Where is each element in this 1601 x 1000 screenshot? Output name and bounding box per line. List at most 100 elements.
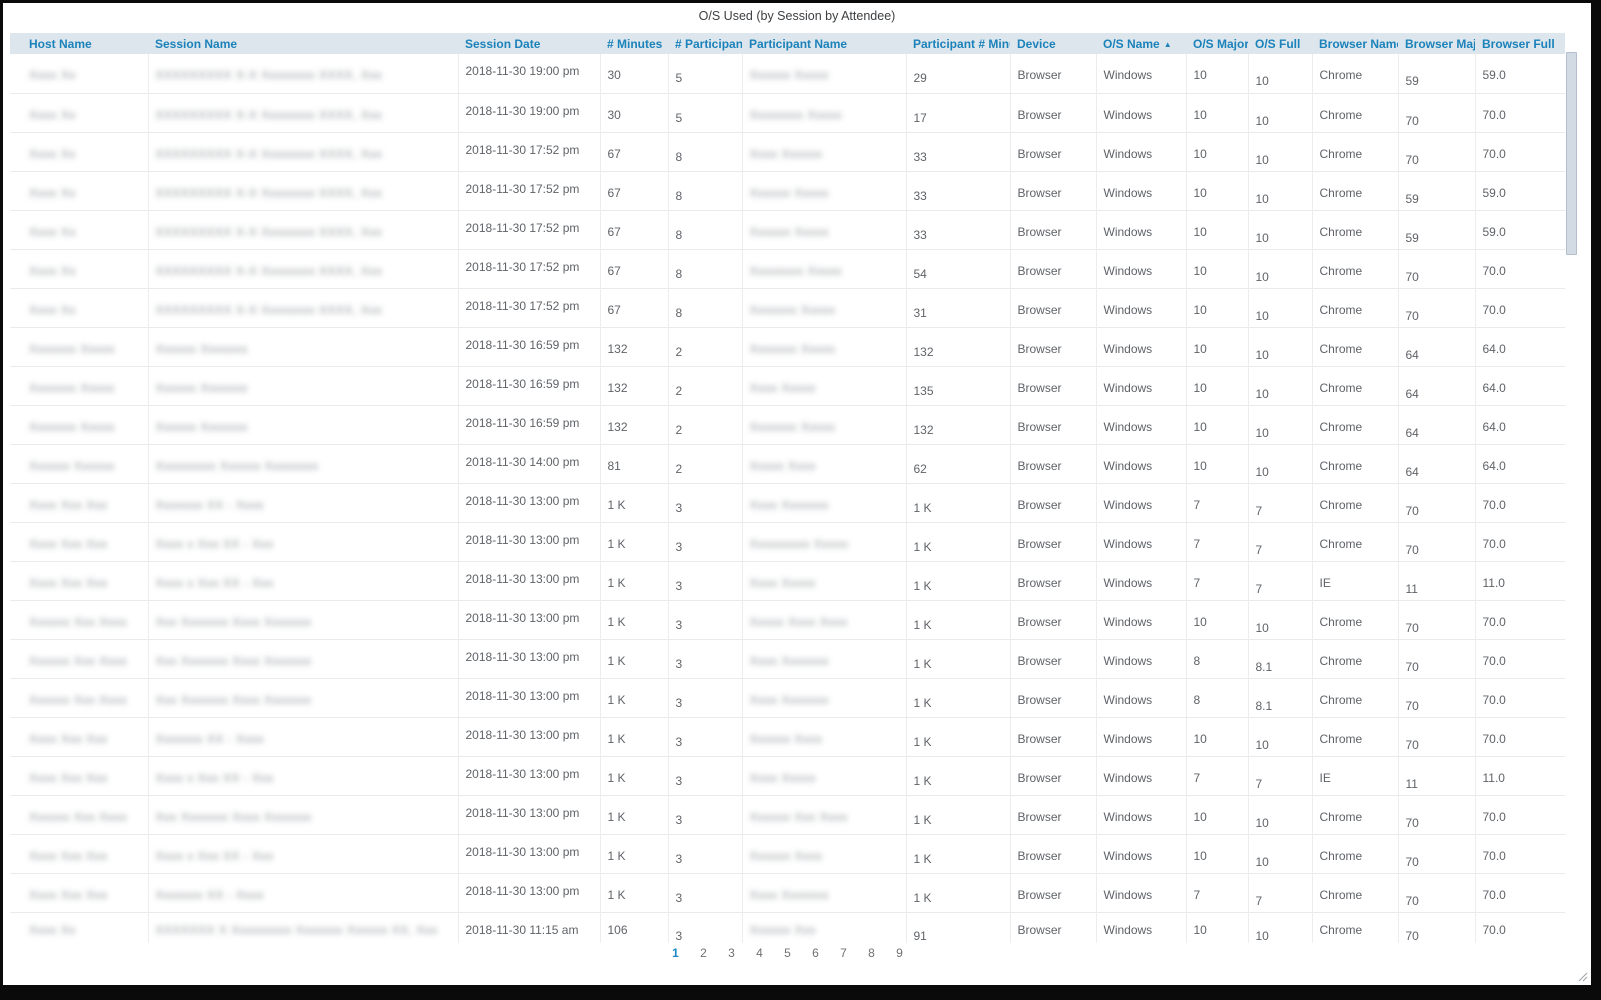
cell-text: Chrome	[1320, 459, 1363, 473]
column-header-bname[interactable]: Browser Name	[1312, 33, 1398, 54]
redacted-text: Xxx Xxxxxxx Xxxx Xxxxxxx	[156, 654, 312, 668]
column-header-bfull[interactable]: Browser Full	[1475, 33, 1565, 54]
column-header-osfull[interactable]: O/S Full	[1248, 33, 1312, 54]
redacted-text: Xxxx Xxxxx	[750, 771, 816, 785]
redacted-text: XXXXXXXXX X-X Xxxxxxxx XXXX, Xxx	[156, 303, 383, 317]
cell-text: 10	[1194, 459, 1207, 473]
table-row[interactable]: Xxxx XxXXXXXXXXX X-X Xxxxxxxx XXXX, Xxx2…	[10, 288, 1565, 327]
table-row[interactable]: Xxxxxxx XxxxxXxxxxx Xxxxxxx2018-11-30 16…	[10, 327, 1565, 366]
table-row[interactable]: Xxxxxx Xxx XxxxXxx Xxxxxxx Xxxx Xxxxxxx2…	[10, 795, 1565, 834]
header-row: Host Name Session Name Session Date # Minut…	[10, 33, 1565, 54]
redacted-text: Xxxx Xx	[29, 303, 76, 317]
cell-text: 132	[914, 423, 934, 437]
column-header-participant[interactable]: Participant Name	[742, 33, 906, 54]
table-row[interactable]: Xxxx Xxx XxxXxxxxxx XX - Xxxx2018-11-30 …	[10, 873, 1565, 912]
table-row[interactable]: Xxxx XxXXXXXXXXX X-X Xxxxxxxx XXXX, Xxx2…	[10, 210, 1565, 249]
page-button-1[interactable]: 1	[662, 946, 690, 960]
redacted-text: Xxxxxx Xxxxxx	[29, 459, 115, 473]
table-row[interactable]: Xxxx XxXXXXXXXXX X-X Xxxxxxxx XXXX, Xxx2…	[10, 249, 1565, 288]
table-row[interactable]: Xxxxxx Xxx XxxxXxx Xxxxxxx Xxxx Xxxxxxx2…	[10, 639, 1565, 678]
table-row[interactable]: Xxxxxx Xxx XxxxXxx Xxxxxxx Xxxx Xxxxxxx2…	[10, 678, 1565, 717]
cell-text: 64.0	[1483, 459, 1506, 473]
cell-osfull: 7	[1248, 483, 1312, 522]
cell-bfull: 64.0	[1475, 366, 1565, 405]
page-button-6[interactable]: 6	[802, 946, 830, 960]
table-row[interactable]: Xxxx Xxx XxxXxxx x Xxx XX - Xxx2018-11-3…	[10, 561, 1565, 600]
report-title: O/S Used (by Session by Attendee)	[3, 3, 1591, 25]
column-header-bmajor[interactable]: Browser Major	[1398, 33, 1475, 54]
page-button-5[interactable]: 5	[774, 946, 802, 960]
table-row[interactable]: Xxxxxx XxxxxxXxxxxxxxx Xxxxxx Xxxxxxxx20…	[10, 444, 1565, 483]
vertical-scrollbar-thumb[interactable]	[1566, 52, 1577, 255]
page-button-3[interactable]: 3	[718, 946, 746, 960]
redacted-text: Xxxxxxxxx Xxxxxx Xxxxxxxx	[156, 459, 319, 473]
column-header-label: Participant # Minutes	[913, 37, 1010, 51]
cell-text: 2018-11-30 13:00 pm	[466, 533, 580, 547]
cell-text: 2018-11-30 13:00 pm	[466, 845, 580, 859]
column-header-device[interactable]: Device	[1010, 33, 1096, 54]
table-row[interactable]: Xxxxxxx XxxxxXxxxxx Xxxxxxx2018-11-30 16…	[10, 405, 1565, 444]
cell-bmajor: 59	[1398, 54, 1475, 93]
table-row[interactable]: Xxxx Xxx XxxXxxx x Xxx XX - Xxx2018-11-3…	[10, 756, 1565, 795]
cell-bmajor: 70	[1398, 249, 1475, 288]
column-header-osname[interactable]: O/S Name▲	[1096, 33, 1186, 54]
cell-text: 10	[1256, 348, 1269, 362]
cell-text: 1 K	[608, 810, 626, 824]
cell-osfull: 10	[1248, 93, 1312, 132]
cell-host: Xxxxxxx Xxxxx	[10, 405, 148, 444]
cell-osfull: 8.1	[1248, 678, 1312, 717]
table-row[interactable]: Xxxx XxXXXXXXXXX X-X Xxxxxxxx XXXX, Xxx2…	[10, 132, 1565, 171]
cell-text: Windows	[1104, 381, 1153, 395]
cell-participant: Xxxx Xxxxxxx	[742, 873, 906, 912]
column-header-participants[interactable]: # Participants	[668, 33, 742, 54]
redacted-text: Xxxx x Xxx XX - Xxx	[156, 771, 274, 785]
table-row[interactable]: Xxxx XxXXXXXXX X Xxxxxxxxx Xxxxxxx Xxxxx…	[10, 912, 1565, 943]
resize-handle-icon[interactable]	[1577, 969, 1588, 980]
cell-participants: 3	[668, 912, 742, 943]
cell-text: 70	[1406, 699, 1419, 713]
table-row[interactable]: Xxxx Xxx XxxXxxxxxx XX - Xxxx2018-11-30 …	[10, 483, 1565, 522]
cell-text: Windows	[1104, 186, 1153, 200]
pagination: 123456789	[10, 946, 1565, 964]
page-button-4[interactable]: 4	[746, 946, 774, 960]
column-header-minutes[interactable]: # Minutes	[600, 33, 668, 54]
page-button-8[interactable]: 8	[858, 946, 886, 960]
cell-text: Windows	[1104, 615, 1153, 629]
cell-text: Chrome	[1320, 342, 1363, 356]
page-button-9[interactable]: 9	[886, 946, 914, 960]
cell-bname: Chrome	[1312, 600, 1398, 639]
table-row[interactable]: Xxxx Xxx XxxXxxxxxx XX - Xxxx2018-11-30 …	[10, 717, 1565, 756]
cell-text: 11	[1406, 777, 1418, 791]
cell-osmajor: 7	[1186, 522, 1248, 561]
table-row[interactable]: Xxxx XxXXXXXXXXX X-X Xxxxxxxx XXXX, Xxx2…	[10, 54, 1565, 93]
cell-text: Windows	[1104, 732, 1153, 746]
table-row[interactable]: Xxxx XxXXXXXXXXX X-X Xxxxxxxx XXXX, Xxx2…	[10, 93, 1565, 132]
cell-text: 10	[1256, 231, 1269, 245]
redacted-text: Xxxx Xx	[29, 186, 76, 200]
column-header-session[interactable]: Session Name	[148, 33, 458, 54]
table-row[interactable]: Xxxx Xxx XxxXxxx x Xxx XX - Xxx2018-11-3…	[10, 834, 1565, 873]
cell-session: Xxxxxx Xxxxxxx	[148, 405, 458, 444]
column-header-date[interactable]: Session Date	[458, 33, 600, 54]
page-button-2[interactable]: 2	[690, 946, 718, 960]
table-row[interactable]: Xxxxxxx XxxxxXxxxxx Xxxxxxx2018-11-30 16…	[10, 366, 1565, 405]
cell-participant: Xxxxxxx Xxxxx	[742, 327, 906, 366]
cell-host: Xxxx Xxx Xxx	[10, 756, 148, 795]
table-row[interactable]: Xxxx XxXXXXXXXXX X-X Xxxxxxxx XXXX, Xxx2…	[10, 171, 1565, 210]
table-row[interactable]: Xxxx Xxx XxxXxxx x Xxx XX - Xxx2018-11-3…	[10, 522, 1565, 561]
cell-pminutes: 29	[906, 54, 1010, 93]
redacted-text: Xxx Xxxxxxx Xxxx Xxxxxxx	[156, 693, 312, 707]
page-button-7[interactable]: 7	[830, 946, 858, 960]
column-header-label: Session Name	[155, 37, 237, 51]
table-row[interactable]: Xxxxxx Xxx XxxxXxx Xxxxxxx Xxxx Xxxxxxx2…	[10, 600, 1565, 639]
cell-text: 7	[1256, 894, 1263, 908]
cell-host: Xxxx Xxx Xxx	[10, 834, 148, 873]
column-header-label: Session Date	[465, 37, 540, 51]
cell-text: Browser	[1018, 303, 1062, 317]
cell-device: Browser	[1010, 483, 1096, 522]
cell-text: Windows	[1104, 849, 1153, 863]
column-header-host[interactable]: Host Name	[10, 33, 148, 54]
cell-osname: Windows	[1096, 678, 1186, 717]
column-header-osmajor[interactable]: O/S Major	[1186, 33, 1248, 54]
column-header-pminutes[interactable]: Participant # Minutes	[906, 33, 1010, 54]
